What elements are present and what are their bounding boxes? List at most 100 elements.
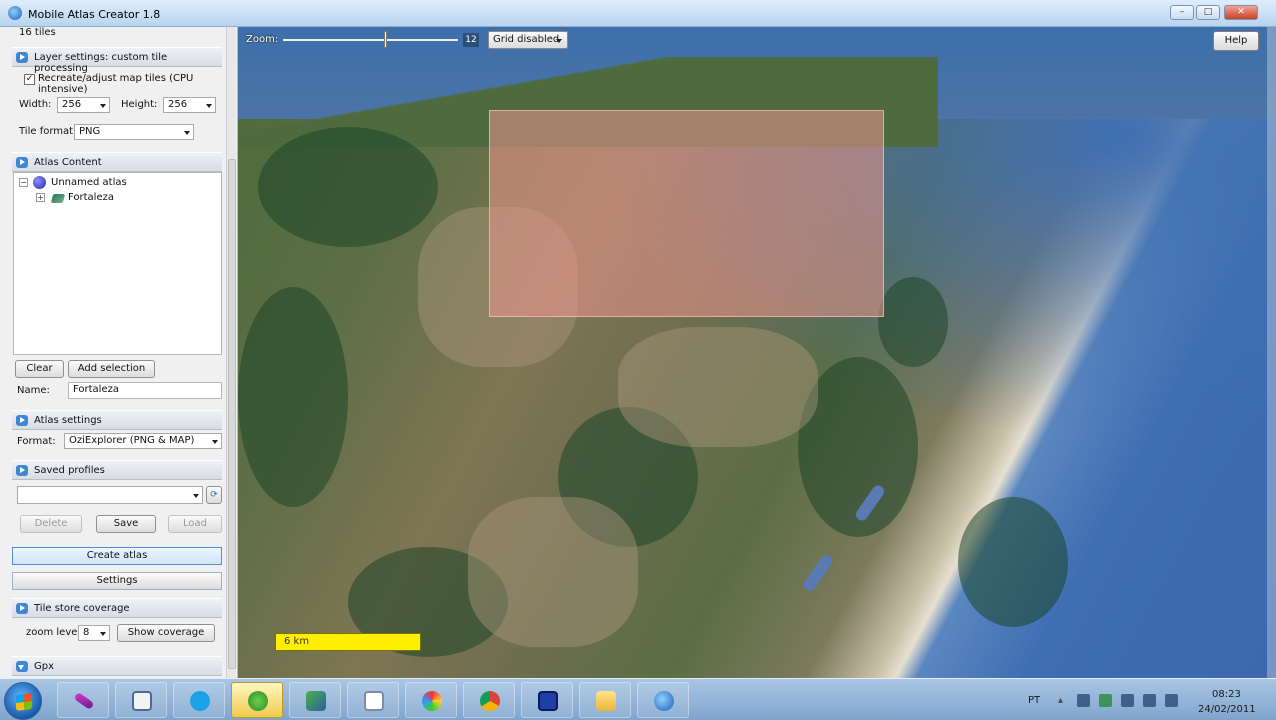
settings-button[interactable]: Settings (12, 572, 222, 590)
zoom-label: Zoom: (246, 34, 279, 45)
save-profile-button[interactable]: Save (96, 515, 156, 533)
taskbar-app-pen[interactable] (57, 682, 109, 718)
chevron-down-icon (556, 39, 562, 43)
layer-settings-header[interactable]: Layer settings: custom tile processing (12, 47, 222, 74)
skype-icon (190, 691, 210, 711)
tile-format-value: PNG (79, 126, 101, 137)
scale-bar: 6 km (275, 633, 421, 651)
map-layer-icon (50, 194, 66, 203)
width-select[interactable]: 256 (57, 97, 110, 113)
delete-profile-button[interactable]: Delete (20, 515, 82, 533)
height-label: Height: (121, 99, 158, 110)
expand-arrow-icon (16, 603, 28, 614)
forest-area (958, 497, 1068, 627)
clock-date[interactable]: 24/02/2011 (1198, 704, 1256, 715)
close-button[interactable]: ✕ (1224, 5, 1258, 20)
terminal-icon (538, 691, 558, 711)
document-icon (364, 691, 384, 711)
forest-area (258, 127, 438, 247)
forest-area (238, 287, 348, 507)
urban-area (468, 497, 638, 647)
expand-arrow-icon (16, 465, 28, 476)
height-value: 256 (168, 99, 188, 110)
create-atlas-button[interactable]: Create atlas (12, 547, 222, 565)
taskbar-app-chrome[interactable] (463, 682, 515, 718)
tile-store-title: Tile store coverage (34, 603, 130, 614)
gpx-header[interactable]: Gpx (12, 656, 222, 676)
atlas-settings-title: Atlas settings (34, 415, 102, 426)
tree-item-atlas[interactable]: Unnamed atlas (51, 177, 127, 188)
zoom-value: 12 (463, 33, 479, 47)
zoom-level-select[interactable]: 8 (78, 625, 110, 641)
collapse-icon[interactable]: − (19, 178, 28, 187)
add-selection-button[interactable]: Add selection (68, 360, 155, 378)
action-center-flag-icon[interactable] (1077, 694, 1090, 707)
panel-scrollbar[interactable] (226, 27, 236, 678)
taskbar-app-document[interactable] (347, 682, 399, 718)
minimize-button[interactable]: – (1170, 5, 1194, 20)
windows-logo-icon (16, 693, 32, 711)
chevron-down-icon (193, 494, 199, 498)
taskbar-app-paint[interactable] (405, 682, 457, 718)
height-select[interactable]: 256 (163, 97, 216, 113)
tile-format-label: Tile format: (19, 126, 77, 137)
profile-select[interactable] (17, 486, 203, 504)
lagoon (801, 553, 835, 593)
sync-icon[interactable] (1165, 694, 1178, 707)
network-icon[interactable] (1121, 694, 1134, 707)
globe-icon (654, 691, 674, 711)
taskbar-app-explorer-window[interactable] (115, 682, 167, 718)
refresh-profiles-button[interactable]: ⟳ (206, 486, 222, 504)
grid-select[interactable]: Grid disabled (488, 31, 568, 49)
zoom-slider-track[interactable] (283, 39, 458, 41)
atlas-settings-header[interactable]: Atlas settings (12, 410, 222, 430)
collapse-arrow-icon (16, 661, 28, 672)
gpx-title: Gpx (34, 661, 55, 672)
selection-rectangle[interactable] (489, 110, 884, 317)
clock-time[interactable]: 08:23 (1212, 689, 1241, 700)
saved-profiles-header[interactable]: Saved profiles (12, 460, 222, 480)
chevron-down-icon (212, 440, 218, 444)
taskbar-app-skype[interactable] (173, 682, 225, 718)
taskbar-app-satellite[interactable] (289, 682, 341, 718)
saved-profiles-title: Saved profiles (34, 465, 105, 476)
atlas-content-header[interactable]: Atlas Content (12, 152, 222, 172)
help-button[interactable]: Help (1213, 31, 1259, 51)
window-icon (132, 691, 152, 711)
name-label: Name: (17, 385, 50, 396)
scrollbar-thumb[interactable] (228, 159, 236, 669)
map-edge-scrollbar[interactable] (1267, 27, 1276, 678)
atlas-format-select[interactable]: OziExplorer (PNG & MAP) (64, 433, 222, 449)
maximize-button[interactable]: □ (1196, 5, 1220, 20)
taskbar-app-atlas-creator[interactable] (637, 682, 689, 718)
satellite-icon (306, 691, 326, 711)
volume-icon[interactable] (1143, 694, 1156, 707)
zoom-level-value: 8 (83, 627, 90, 638)
load-profile-button[interactable]: Load (168, 515, 222, 533)
atlas-tree[interactable]: − Unnamed atlas + Fortaleza (13, 172, 222, 355)
atlas-name-input[interactable]: Fortaleza (68, 382, 222, 399)
taskbar-app-terminal[interactable] (521, 682, 573, 718)
tile-store-header[interactable]: Tile store coverage (12, 598, 222, 618)
expand-icon[interactable]: + (36, 193, 45, 202)
forest-area (878, 277, 948, 367)
recreate-tiles-label: Recreate/adjust map tiles (CPU intensive… (38, 73, 194, 95)
language-indicator[interactable]: PT (1028, 695, 1040, 706)
show-hidden-icons-icon[interactable]: ▴ (1058, 694, 1071, 707)
chrome-icon (480, 691, 500, 711)
show-coverage-button[interactable]: Show coverage (117, 624, 215, 642)
start-button[interactable] (4, 682, 42, 720)
grid-value: Grid disabled (493, 34, 560, 45)
recreate-tiles-checkbox[interactable]: ✓ (24, 74, 35, 85)
clear-button[interactable]: Clear (15, 360, 64, 378)
taskbar-app-messenger[interactable] (231, 682, 283, 718)
zoom-slider-thumb[interactable] (384, 31, 387, 48)
atlas-format-value: OziExplorer (PNG & MAP) (69, 435, 195, 446)
tile-format-select[interactable]: PNG (74, 124, 194, 140)
taskbar-app-folder[interactable] (579, 682, 631, 718)
format-label: Format: (17, 436, 56, 447)
map-view[interactable]: Zoom: 12 Grid disabled Help 6 km (238, 27, 1276, 678)
tree-item-layer[interactable]: Fortaleza (68, 192, 114, 203)
width-value: 256 (62, 99, 82, 110)
security-icon[interactable] (1099, 694, 1112, 707)
